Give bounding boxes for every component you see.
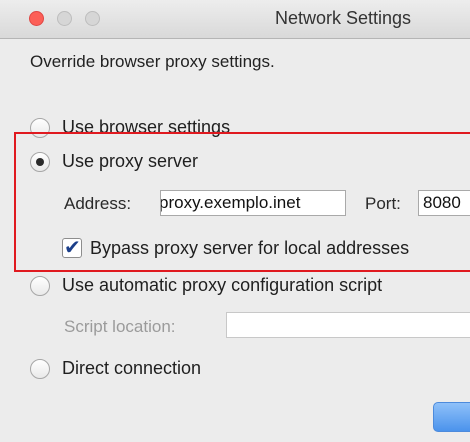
minimize-window-icon[interactable]: [57, 11, 72, 26]
window-title: Network Settings: [275, 8, 412, 28]
radio-label: Use browser settings: [62, 117, 231, 137]
zoom-window-icon[interactable]: [85, 11, 100, 26]
radio-label: Use automatic proxy configuration script: [62, 275, 383, 295]
radio-button-icon[interactable]: [30, 275, 50, 296]
radio-label: Use proxy server: [62, 151, 199, 171]
settings-description: Override browser proxy settings.: [30, 52, 275, 71]
checkmark-icon: ✔: [64, 237, 81, 259]
radio-button-icon[interactable]: [30, 358, 50, 379]
bypass-local-label: Bypass proxy server for local addresses: [90, 238, 410, 258]
port-input[interactable]: 8080: [418, 190, 470, 216]
radio-button-selected-icon[interactable]: [30, 151, 50, 172]
script-location-label: Script location:: [64, 317, 176, 336]
bypass-local-checkbox[interactable]: ✔: [62, 237, 82, 259]
address-value: proxy.exemplo.inet: [160, 193, 301, 212]
radio-direct-connection[interactable]: Direct connection: [30, 358, 201, 379]
default-action-button[interactable]: [433, 402, 470, 432]
close-window-icon[interactable]: [29, 11, 44, 26]
radio-use-auto-proxy-script[interactable]: Use automatic proxy configuration script: [30, 275, 382, 296]
radio-use-browser-settings[interactable]: Use browser settings: [30, 117, 230, 138]
script-location-input[interactable]: [226, 312, 470, 338]
network-settings-window: Network Settings Override browser proxy …: [0, 0, 470, 442]
port-value: 8080: [423, 193, 461, 212]
port-label: Port:: [365, 194, 401, 213]
address-input[interactable]: proxy.exemplo.inet: [160, 190, 346, 216]
radio-use-proxy-server[interactable]: Use proxy server: [30, 151, 198, 172]
radio-label: Direct connection: [62, 358, 202, 378]
radio-button-icon[interactable]: [30, 117, 50, 138]
address-label: Address:: [64, 194, 132, 213]
title-bar: Network Settings: [0, 0, 470, 39]
